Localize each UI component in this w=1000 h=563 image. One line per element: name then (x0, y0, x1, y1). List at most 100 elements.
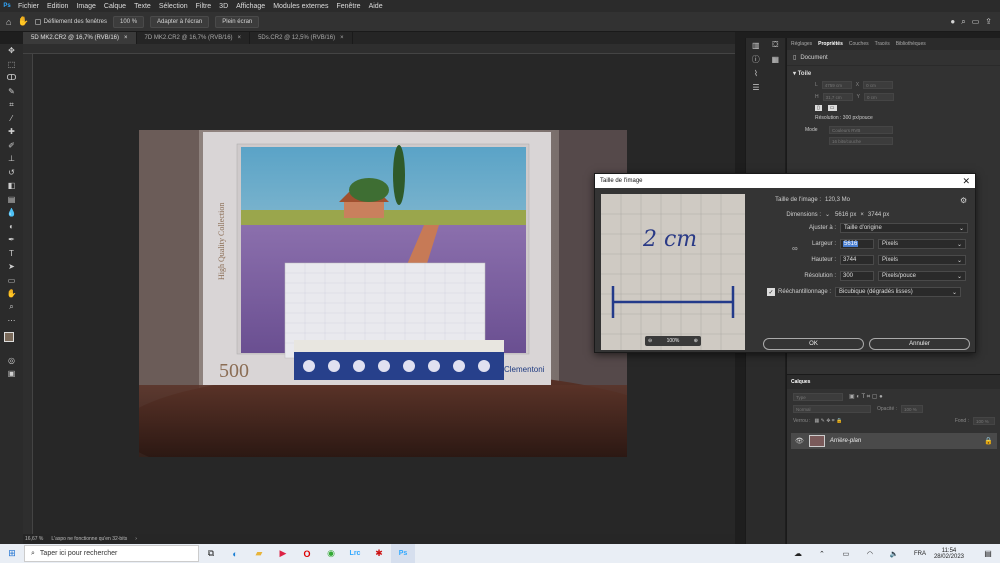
resample-select[interactable]: Bicubique (dégradés lisses) ⌄ (835, 287, 962, 297)
menu-3d[interactable]: 3D (215, 3, 232, 10)
canvas-height-field[interactable]: 31,7 cm (822, 93, 853, 101)
blend-mode-select[interactable]: Normal (793, 405, 871, 413)
collapse-icon[interactable]: ▾ (793, 71, 796, 77)
tab-traces[interactable]: Tracés (875, 41, 890, 47)
quick-mask-icon[interactable]: ◎ (0, 354, 23, 368)
marquee-tool-icon[interactable]: ⬚ (0, 58, 23, 72)
healing-tool-icon[interactable]: ✚ (0, 125, 23, 139)
status-arrow-icon[interactable]: › (135, 536, 137, 542)
menu-calque[interactable]: Calque (100, 3, 130, 10)
more-tools-icon[interactable]: ⋯ (0, 314, 23, 328)
stamp-tool-icon[interactable]: ⊥ (0, 152, 23, 166)
opera-icon[interactable]: O (295, 544, 319, 563)
filter-icons[interactable]: ▣ ◐ T ⌗ ▢ ● (849, 393, 883, 401)
user-icon[interactable]: ● (950, 17, 955, 26)
menu-fichier[interactable]: Fichier (14, 3, 43, 10)
dodge-tool-icon[interactable]: ◐ (0, 220, 23, 234)
zoom-out-icon[interactable]: ⊖ (648, 338, 652, 344)
chevron-down-icon[interactable]: ⌄ (825, 211, 830, 218)
bits-select[interactable]: 16 bits/couche (829, 137, 893, 145)
lightroom-icon[interactable]: Lrc (343, 544, 367, 563)
layer-row-background[interactable]: 👁 Arrière-plan 🔒 (791, 433, 997, 449)
settings-gear-icon[interactable]: ⚙ (960, 196, 967, 205)
menu-modules[interactable]: Modules externes (269, 3, 332, 10)
canvas-y-field[interactable]: 0 cm (863, 93, 894, 101)
zoom-in-icon[interactable]: ⊕ (694, 338, 698, 344)
taskbar-search[interactable]: ⌕ Taper ici pour rechercher (24, 545, 199, 562)
zoom-tool-icon[interactable]: ⌕ (0, 301, 23, 315)
menu-fenetre[interactable]: Fenêtre (332, 3, 364, 10)
layer-lock-icon[interactable]: 🔒 (984, 437, 993, 445)
photoshop-taskbar-icon[interactable]: Ps (391, 544, 415, 563)
brush-settings-icon[interactable]: ⌇ (746, 66, 766, 80)
pen-tool-icon[interactable]: ✒ (0, 233, 23, 247)
file-explorer-icon[interactable]: ▰ (247, 544, 271, 563)
menu-filtre[interactable]: Filtre (192, 3, 216, 10)
tray-arrow-icon[interactable]: ⌃ (810, 544, 834, 563)
menu-affichage[interactable]: Affichage (232, 3, 269, 10)
network-icon[interactable]: ▭ (834, 544, 858, 563)
layers-tab[interactable]: Calques (791, 379, 810, 385)
zoom-100-button[interactable]: 100 % (113, 15, 145, 28)
eyedropper-tool-icon[interactable]: ⁄ (0, 112, 23, 126)
clock[interactable]: 11:54 28/02/2023 (934, 548, 964, 560)
ok-button[interactable]: OK (763, 338, 864, 350)
canvas-x-field[interactable]: 0 cm (863, 81, 894, 89)
tab-5d-mk2[interactable]: 5D MK2.CR2 @ 16,7% (RVB/16) × (23, 32, 137, 44)
task-view-icon[interactable]: ⧉ (199, 544, 223, 563)
tab-couches[interactable]: Couches (849, 41, 869, 47)
landscape-icon[interactable]: ▭ (827, 105, 837, 111)
adjustments-icon[interactable]: ☰ (746, 80, 766, 94)
history-brush-icon[interactable]: ↺ (0, 166, 23, 180)
language-indicator[interactable]: FRA (914, 551, 926, 557)
tab-7d-mk2[interactable]: 7D MK2.CR2 @ 16,7% (RVB/16) × (137, 32, 251, 44)
hand-tool-icon[interactable]: ✋ (0, 287, 23, 301)
width-input[interactable]: 5616 (840, 239, 874, 249)
move-tool-icon[interactable]: ✥ (0, 44, 23, 58)
full-screen-button[interactable]: Plein écran (215, 15, 260, 28)
tab-reglages[interactable]: Réglages (791, 41, 812, 47)
opacity-field[interactable]: 100 % (901, 405, 924, 413)
close-icon[interactable]: × (238, 35, 242, 41)
height-input[interactable]: 3744 (840, 255, 874, 265)
edge-icon[interactable]: ◐ (223, 544, 247, 563)
gradient-tool-icon[interactable]: ▤ (0, 193, 23, 207)
path-select-tool-icon[interactable]: ➤ (0, 260, 23, 274)
resample-checkbox[interactable]: ✓ (767, 288, 775, 296)
app-red-icon[interactable]: ✱ (367, 544, 391, 563)
mode-select[interactable]: Couleurs RVB (829, 126, 893, 134)
dialog-close-icon[interactable]: ✕ (962, 176, 970, 187)
brush-tool-icon[interactable]: ✐ (0, 139, 23, 153)
canvas-width-field[interactable]: 4759 cm (821, 81, 852, 89)
home-icon[interactable]: ⌂ (6, 17, 11, 27)
lasso-tool-icon[interactable]: ↀ (0, 71, 23, 85)
zoom-readout[interactable]: 16,67 % (25, 536, 43, 542)
wifi-icon[interactable]: ◠ (858, 544, 882, 563)
navigator-icon[interactable]: ⛋ (766, 38, 786, 52)
close-icon[interactable]: × (124, 35, 128, 41)
type-tool-icon[interactable]: T (0, 247, 23, 261)
preview-panel[interactable]: 2 cm ⊖ 100% ⊕ (601, 194, 745, 350)
app-green-icon[interactable]: ◉ (319, 544, 343, 563)
tab-5ds[interactable]: 5Ds.CR2 @ 12,5% (RVB/16) × (250, 32, 353, 44)
menu-edition[interactable]: Edition (43, 3, 72, 10)
preview-zoom-control[interactable]: ⊖ 100% ⊕ (645, 336, 701, 346)
hand-tool-icon[interactable]: ✋ (17, 16, 28, 27)
scroll-all-windows-checkbox[interactable]: Défilement des fenêtres (34, 18, 107, 25)
info-icon[interactable]: ⓘ (746, 52, 766, 66)
shape-tool-icon[interactable]: ▭ (0, 274, 23, 288)
menu-image[interactable]: Image (72, 3, 99, 10)
blur-tool-icon[interactable]: 💧 (0, 206, 23, 220)
color-swatches[interactable] (0, 328, 23, 354)
visibility-eye-icon[interactable]: 👁 (795, 437, 804, 445)
menu-texte[interactable]: Texte (130, 3, 155, 10)
layer-filter-kind[interactable]: Type (793, 393, 843, 401)
cancel-button[interactable]: Annuler (869, 338, 970, 350)
height-unit-select[interactable]: Pixels ⌄ (878, 255, 966, 265)
search-icon[interactable]: ⌕ (961, 17, 965, 27)
screen-mode-icon[interactable]: ▣ (0, 367, 23, 381)
swatches-icon[interactable]: ▦ (766, 52, 786, 66)
close-icon[interactable]: × (340, 35, 344, 41)
quick-select-tool-icon[interactable]: ✎ (0, 85, 23, 99)
histogram-icon[interactable]: ▥ (746, 38, 766, 52)
